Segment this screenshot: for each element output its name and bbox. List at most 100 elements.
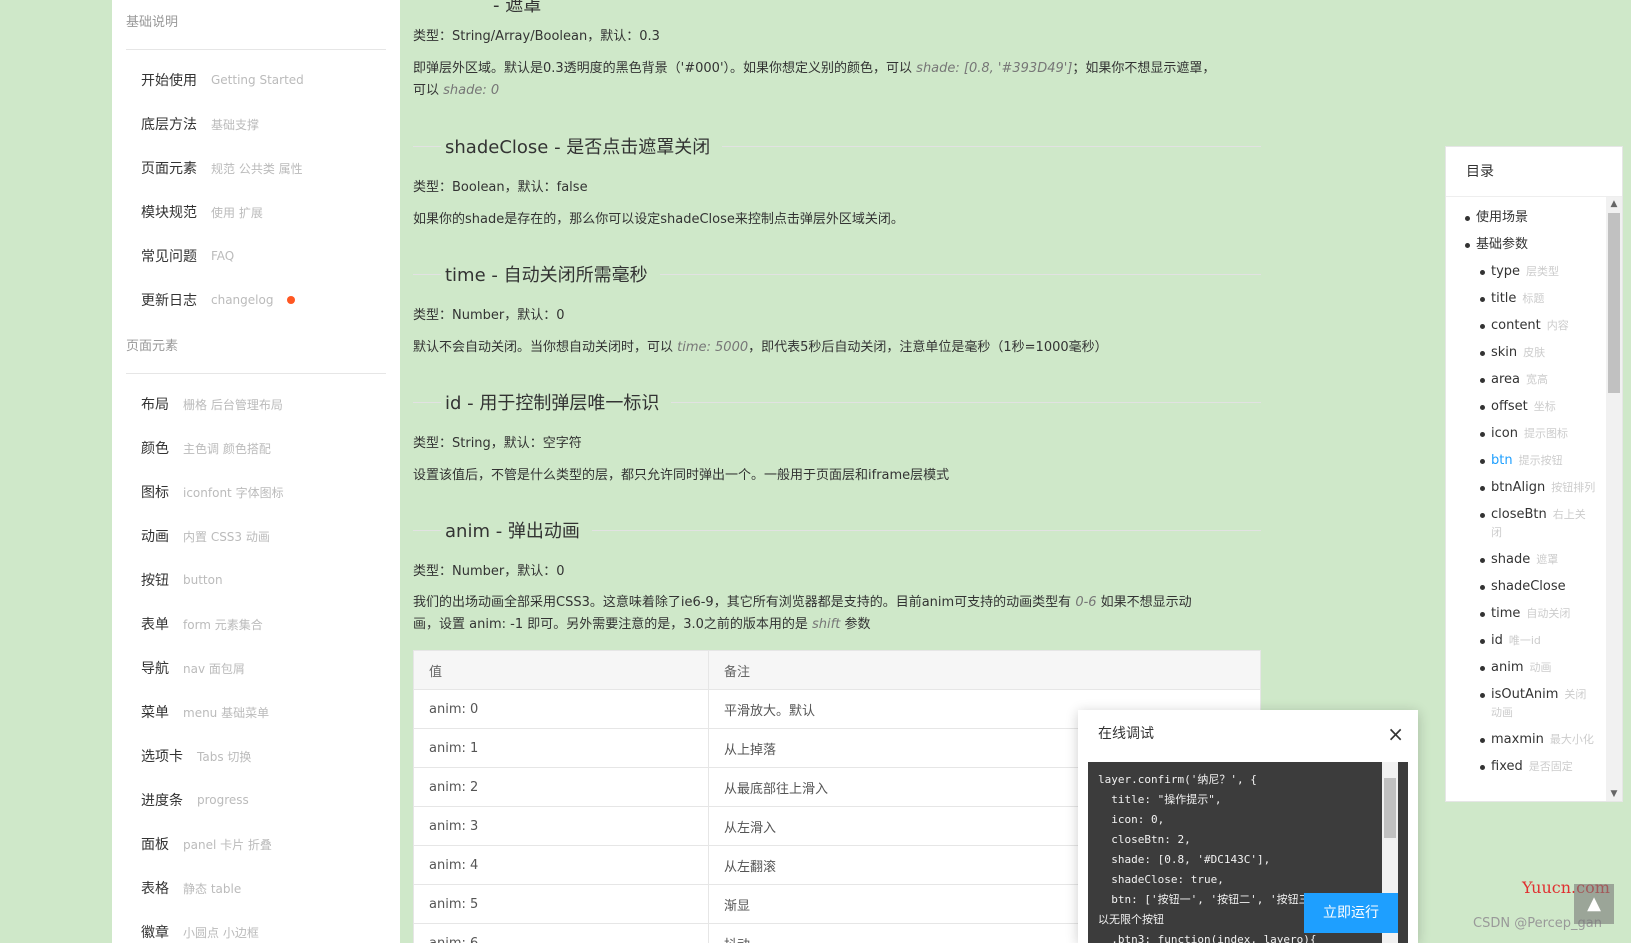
toc-item-sublabel: 皮肤 <box>1523 346 1546 359</box>
sidebar-item-sublabel: form 元素集合 <box>183 617 263 632</box>
sidebar-item-label: 更新日志 <box>141 293 197 309</box>
toc-item-label: title <box>1491 291 1517 306</box>
sidebar-item[interactable]: 布局 栅格 后台管理布局 <box>112 382 400 426</box>
sidebar-item[interactable]: 选项卡 Tabs 切换 <box>112 734 400 778</box>
toc-panel: 目录 使用场景基础参数 type 层类型 title 标题 content 内容 skin 皮肤… <box>1445 146 1623 802</box>
toc-item[interactable]: btn 提示按钮 <box>1446 452 1622 470</box>
sidebar-item[interactable]: 徽章 小圆点 小边框 <box>112 910 400 943</box>
arrow-up-icon[interactable]: ▲ <box>1574 884 1614 924</box>
toc-item[interactable]: title 标题 <box>1446 290 1622 308</box>
sidebar-item[interactable]: 底层方法 基础支撑 <box>112 102 400 146</box>
sidebar-item[interactable]: 开始使用 Getting Started <box>112 58 400 102</box>
toc-item-sublabel: 最大小化 <box>1549 733 1594 746</box>
sidebar-item-label: 菜单 <box>141 705 169 721</box>
toc-item[interactable]: 基础参数 <box>1446 236 1622 254</box>
sidebar-item[interactable]: 面板 panel 卡片 折叠 <box>112 822 400 866</box>
time-desc: 默认不会自动关闭。当你想自动关闭时，可以 time: 5000，即代表5秒后自动… <box>413 340 1108 355</box>
sidebar-item[interactable]: 图标 iconfont 字体图标 <box>112 470 400 514</box>
table-cell: anim: 3 <box>413 806 709 846</box>
toc-item[interactable]: area 宽高 <box>1446 371 1622 389</box>
toc-item-label: type <box>1491 264 1521 279</box>
toc-item-label: 使用场景 <box>1476 210 1529 225</box>
anim-type: 类型：Number，默认：0 <box>413 564 565 579</box>
toc-item-sublabel: 坐标 <box>1533 400 1556 413</box>
sidebar-item[interactable]: 按钮 button <box>112 558 400 602</box>
toc-item[interactable]: maxmin 最大小化 <box>1446 731 1622 749</box>
scroll-thumb[interactable] <box>1608 213 1620 393</box>
sidebar-item-sublabel: Getting Started <box>211 73 304 87</box>
sidebar-item-label: 布局 <box>141 397 169 413</box>
sidebar-item-label: 进度条 <box>141 793 183 809</box>
dialog-header: 在线调试 × <box>1078 710 1418 758</box>
toc-item-label: content <box>1491 318 1541 333</box>
sidebar-item-sublabel: 主色调 颜色搭配 <box>183 441 271 456</box>
sidebar-item[interactable]: 更新日志 changelog <box>112 278 400 322</box>
shade-type: 类型：String/Array/Boolean，默认：0.3 <box>413 29 660 44</box>
heading-time: time - 自动关闭所需毫秒 <box>413 259 1261 289</box>
sidebar-item[interactable]: 动画 内置 CSS3 动画 <box>112 514 400 558</box>
toc-item[interactable]: time 自动关闭 <box>1446 605 1622 623</box>
toc-item-sublabel: 内容 <box>1546 319 1569 332</box>
heading-anim: anim - 弹出动画 <box>413 515 1261 545</box>
toc-item-label: id <box>1491 633 1503 648</box>
sidebar-item[interactable]: 导航 nav 面包屑 <box>112 646 400 690</box>
new-dot-badge <box>287 296 296 304</box>
table-cell: anim: 1 <box>413 728 709 768</box>
toc-item-label: btn <box>1491 453 1513 468</box>
table-cell: anim: 0 <box>413 689 709 729</box>
toc-item-sublabel: 唯一id <box>1508 634 1541 647</box>
toc-item[interactable]: fixed 是否固定 <box>1446 758 1622 776</box>
run-button[interactable]: 立即运行 <box>1304 893 1398 933</box>
sidebar-item-sublabel: iconfont 字体图标 <box>183 485 284 500</box>
id-type: 类型：String，默认：空字符 <box>413 436 582 451</box>
toc-item[interactable]: shadeClose <box>1446 578 1622 596</box>
toc-item-label: icon <box>1491 426 1518 441</box>
close-icon[interactable]: × <box>1387 710 1404 758</box>
toc-item-label: skin <box>1491 345 1518 360</box>
toc-scrollbar[interactable]: ▲ ▼ <box>1606 197 1622 801</box>
toc-item-label: time <box>1491 606 1521 621</box>
toc-item[interactable]: icon 提示图标 <box>1446 425 1622 443</box>
sidebar-item[interactable]: 菜单 menu 基础菜单 <box>112 690 400 734</box>
scroll-down-icon[interactable]: ▼ <box>1606 787 1622 801</box>
toc-item-sublabel: 标题 <box>1522 292 1545 305</box>
sidebar-item[interactable]: 常见问题 FAQ <box>112 234 400 278</box>
sidebar-item-label: 面板 <box>141 837 169 853</box>
sidebar-item[interactable]: 表格 静态 table <box>112 866 400 910</box>
heading-shadeclose: shadeClose - 是否点击遮罩关闭 <box>413 131 1261 161</box>
toc-item[interactable]: 使用场景 <box>1446 209 1622 227</box>
sidebar-item-label: 导航 <box>141 661 169 677</box>
toc-item-sublabel: 宽高 <box>1526 373 1548 386</box>
toc-item[interactable]: type 层类型 <box>1446 263 1622 281</box>
toc-item[interactable]: offset 坐标 <box>1446 398 1622 416</box>
toc-item[interactable]: isOutAnim 关闭动画 <box>1446 686 1596 722</box>
toc-item-sublabel: 动画 <box>1529 661 1552 674</box>
sidebar-item-sublabel: 基础支撑 <box>211 117 260 132</box>
toc-item-label: shadeClose <box>1491 579 1566 594</box>
toc-item[interactable]: shade 遮罩 <box>1446 551 1622 569</box>
sidebar-item-sublabel: 规范 公共类 属性 <box>211 161 303 176</box>
sidebar-item-sublabel: changelog <box>211 293 274 307</box>
toc-item[interactable]: id 唯一id <box>1446 632 1622 650</box>
toc-item[interactable]: anim 动画 <box>1446 659 1622 677</box>
table-cell: anim: 2 <box>413 767 709 807</box>
toc-item[interactable]: content 内容 <box>1446 317 1622 335</box>
toc-list: 使用场景基础参数 type 层类型 title 标题 content 内容 skin 皮肤 are… <box>1446 197 1622 801</box>
scroll-thumb[interactable] <box>1384 778 1396 838</box>
toc-item[interactable]: closeBtn 右上关闭 <box>1446 506 1596 542</box>
toc-item[interactable]: skin 皮肤 <box>1446 344 1622 362</box>
sidebar-item[interactable]: 页面元素 规范 公共类 属性 <box>112 146 400 190</box>
toc-item[interactable]: btnAlign 按钮排列 <box>1446 479 1622 497</box>
toc-title: 目录 <box>1446 147 1622 197</box>
toc-item-sublabel: 提示按钮 <box>1518 454 1563 467</box>
scroll-up-icon[interactable]: ▲ <box>1606 197 1622 211</box>
dialog-title: 在线调试 <box>1098 726 1154 742</box>
sidebar-item[interactable]: 模块规范 使用 扩展 <box>112 190 400 234</box>
shadeclose-type: 类型：Boolean，默认：false <box>413 180 588 195</box>
table-cell: anim: 5 <box>413 884 709 924</box>
sidebar-item[interactable]: 颜色 主色调 颜色搭配 <box>112 426 400 470</box>
toc-item-sublabel: 自动关闭 <box>1526 607 1571 620</box>
sidebar-item[interactable]: 表单 form 元素集合 <box>112 602 400 646</box>
toc-item-sublabel: 提示图标 <box>1523 427 1568 440</box>
sidebar-item[interactable]: 进度条 progress <box>112 778 400 822</box>
